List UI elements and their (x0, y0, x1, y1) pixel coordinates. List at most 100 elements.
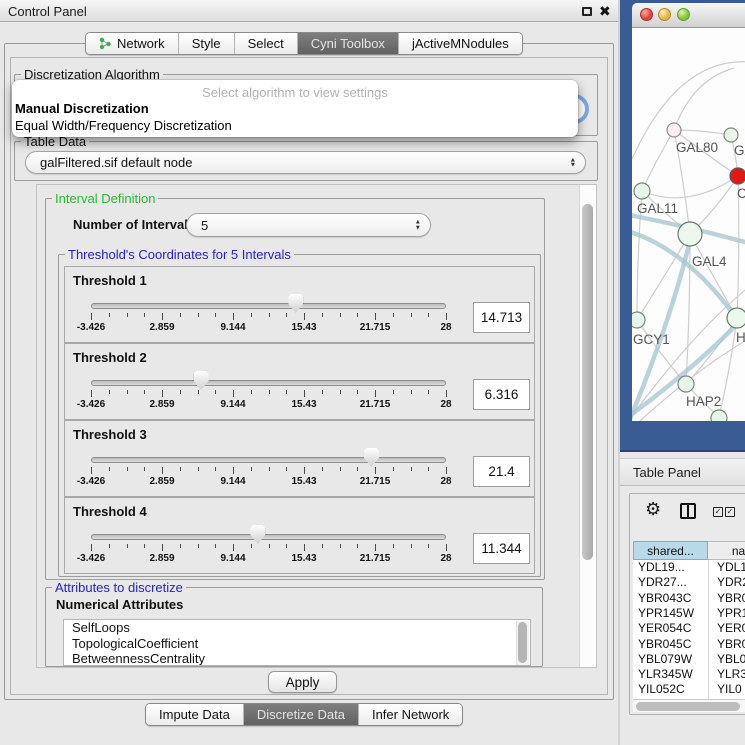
threshold-3-block: Threshold 3 -3.426 2.859 9.144 15.43 21.… (64, 420, 535, 497)
checkbox-icon[interactable]: ✓ (725, 507, 735, 517)
slider-tick (428, 544, 429, 548)
network-edge[interactable] (674, 130, 731, 135)
columns-icon[interactable] (680, 503, 696, 519)
threshold-4-slider-thumb[interactable] (250, 525, 265, 544)
slider-tick (393, 544, 394, 548)
float-window-icon[interactable] (582, 7, 592, 16)
network-canvas[interactable]: GAL80GAGAL11CGAL4GCY1HHAP2 (632, 28, 745, 421)
tab-network[interactable]: Network (86, 33, 179, 54)
slider-tick (251, 467, 252, 471)
network-node[interactable] (678, 222, 702, 246)
table-row[interactable]: YIL052CYIL0 (633, 682, 745, 697)
threshold-4-value-field[interactable]: 11.344 (473, 533, 530, 564)
network-node[interactable] (730, 168, 745, 184)
horizontal-scrollbar-thumb[interactable] (636, 702, 740, 711)
node-label: GAL11 (637, 201, 678, 216)
vertical-scrollbar-thumb[interactable] (582, 204, 593, 560)
network-node[interactable] (667, 123, 681, 137)
slider-tick (180, 313, 181, 317)
apply-button[interactable]: Apply (268, 671, 337, 693)
network-icon (99, 37, 112, 50)
number-of-intervals-combo[interactable]: 5 ▲▼ (186, 213, 431, 237)
column-header-name[interactable]: na (708, 541, 745, 560)
slider-tick (162, 313, 163, 320)
threshold-1-value-field[interactable]: 14.713 (473, 302, 530, 333)
slider-tick (127, 544, 128, 548)
tab-impute-data[interactable]: Impute Data (146, 704, 244, 725)
slider-tick (233, 313, 234, 320)
threshold-2-slider-track[interactable] (91, 380, 446, 386)
list-item-selfloops[interactable]: SelfLoops (64, 620, 530, 636)
slider-tick (428, 467, 429, 471)
threshold-2-slider-thumb[interactable] (194, 371, 209, 390)
network-edge[interactable] (642, 176, 738, 198)
slider-tick (411, 467, 412, 471)
tab-infer-network[interactable]: Infer Network (359, 704, 462, 725)
slider-tick (180, 544, 181, 548)
tab-discretize-data[interactable]: Discretize Data (244, 704, 359, 725)
popup-item-manual-discretization[interactable]: Manual Discretization (15, 101, 149, 116)
number-of-intervals-label: Number of Intervals (73, 217, 195, 232)
list-item-topologicalcoefficient[interactable]: TopologicalCoefficient (64, 636, 530, 652)
network-node[interactable] (724, 128, 738, 142)
network-edge[interactable] (632, 62, 745, 178)
mac-minimize-icon[interactable] (658, 8, 671, 21)
slider-tick (180, 467, 181, 471)
threshold-1-slider-track[interactable] (91, 303, 446, 309)
tick-label: 15.43 (291, 476, 316, 487)
popup-item-equal-width-frequency[interactable]: Equal Width/Frequency Discretization (15, 118, 232, 133)
tab-select[interactable]: Select (235, 33, 298, 54)
attributes-group-title: Attributes to discretize (52, 580, 186, 595)
table-row[interactable]: YDR27...YDR2 (633, 575, 745, 590)
threshold-2-value-field[interactable]: 6.316 (473, 379, 530, 410)
slider-tick (357, 544, 358, 548)
slider-tick (393, 313, 394, 317)
network-node[interactable] (711, 410, 727, 421)
network-node[interactable] (632, 312, 645, 328)
threshold-1-slider-thumb[interactable] (288, 294, 303, 313)
slider-tick (322, 544, 323, 548)
tab-cyni-toolbox[interactable]: Cyni Toolbox (298, 33, 399, 54)
network-node[interactable] (678, 376, 694, 392)
column-header-shared-name[interactable]: shared... (633, 541, 708, 560)
numerical-attributes-list[interactable]: SelfLoops TopologicalCoefficient Between… (63, 619, 531, 666)
threshold-3-slider-thumb[interactable] (364, 448, 379, 467)
network-node[interactable] (727, 308, 745, 328)
tab-jactivemnodules[interactable]: jActiveMNodules (399, 33, 522, 54)
close-icon[interactable]: ✖ (599, 3, 611, 20)
mac-close-icon[interactable] (640, 8, 653, 21)
list-item-betweennesscentrality[interactable]: BetweennessCentrality (64, 651, 530, 666)
node-label: H (736, 330, 745, 345)
threshold-3-slider-track[interactable] (91, 457, 446, 463)
network-edge[interactable] (642, 130, 674, 191)
slider-tick (144, 467, 145, 471)
table-row[interactable]: YBL079WYBL0 (633, 652, 745, 667)
network-node[interactable] (634, 183, 650, 199)
slider-tick (428, 313, 429, 317)
table-row[interactable]: YLR345WYLR3 (633, 667, 745, 682)
gear-icon[interactable]: ⚙ (645, 499, 661, 520)
mac-zoom-icon[interactable] (677, 8, 690, 21)
tab-style[interactable]: Style (179, 33, 235, 54)
network-edge[interactable] (690, 234, 737, 318)
tick-label: -3.426 (77, 553, 105, 564)
threshold-4-slider-track[interactable] (91, 534, 446, 540)
slider-tick (144, 313, 145, 317)
horizontal-scrollbar-track[interactable] (633, 699, 745, 712)
list-scrollbar-thumb[interactable] (518, 622, 527, 663)
table-row[interactable]: YPR145WYPR1 (633, 606, 745, 621)
threshold-3-value-field[interactable]: 21.4 (473, 456, 530, 487)
table-row[interactable]: YBR043CYBR0 (633, 591, 745, 606)
slider-tick (286, 390, 287, 394)
slider-tick (109, 390, 110, 394)
checkbox-icon[interactable]: ✓ (713, 507, 723, 517)
table-data-combo[interactable]: galFiltered.sif default node ▲▼ (25, 151, 586, 174)
slider-tick (428, 390, 429, 394)
network-edge[interactable] (674, 68, 734, 130)
node-table[interactable]: YDL19...YDL1 YDR27...YDR2 YBR043CYBR0 YP… (633, 560, 745, 699)
table-row[interactable]: YER054CYER0 (633, 621, 745, 636)
table-row[interactable]: YBR045CYBR0 (633, 637, 745, 652)
network-window-titlebar[interactable] (632, 3, 745, 28)
node-label: C (737, 186, 745, 201)
table-row[interactable]: YDL19...YDL1 (633, 560, 745, 575)
